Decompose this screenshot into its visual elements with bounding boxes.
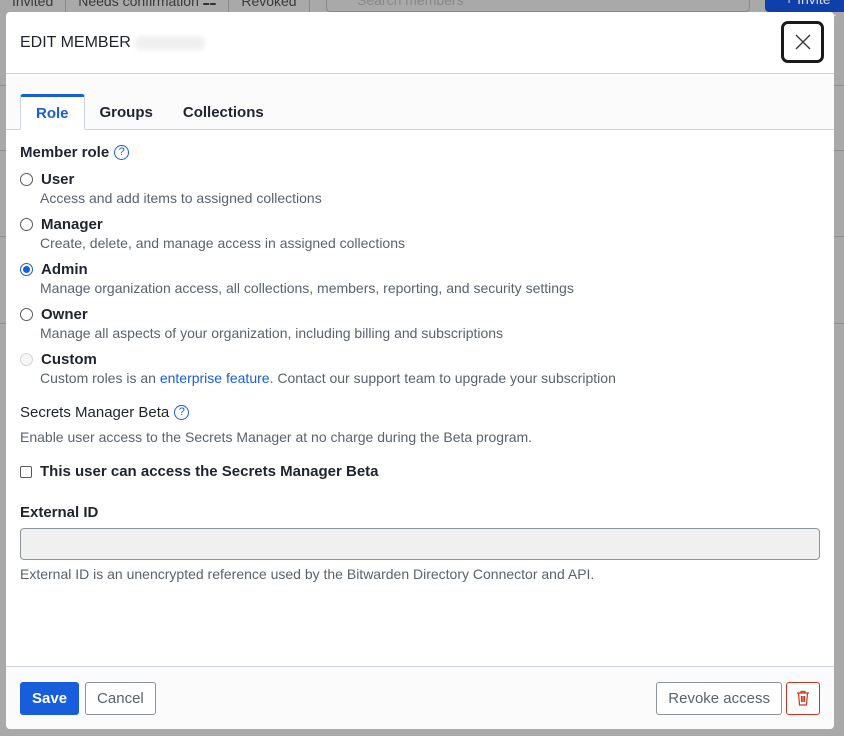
bg-divider xyxy=(834,85,844,86)
member-role-heading: Member role ? xyxy=(20,144,820,161)
cancel-button[interactable]: Cancel xyxy=(85,681,156,715)
role-option-custom: Custom Custom roles is an enterprise fea… xyxy=(20,349,820,386)
bg-badge: 1 xyxy=(202,0,217,9)
role-option-user: User Access and add items to assigned co… xyxy=(20,169,820,206)
role-description: Access and add items to assigned collect… xyxy=(40,190,322,206)
secrets-manager-heading: Secrets Manager Beta ? xyxy=(20,404,820,421)
member-name-redacted xyxy=(134,35,205,50)
close-icon xyxy=(795,34,810,50)
secrets-manager-section: Secrets Manager Beta ? Enable user acces… xyxy=(20,404,820,480)
member-role-label: Member role xyxy=(20,144,110,161)
role-option-manager: Manager Create, delete, and manage acces… xyxy=(20,214,820,251)
trash-icon xyxy=(797,690,809,706)
secrets-manager-checkbox[interactable] xyxy=(20,465,32,478)
revoke-access-button[interactable]: Revoke access xyxy=(656,681,782,715)
secrets-manager-checkbox-label[interactable]: This user can access the Secrets Manager… xyxy=(40,463,379,480)
bg-divider xyxy=(834,323,844,324)
help-icon[interactable]: ? xyxy=(174,405,190,420)
custom-desc-suffix: . Contact our support team to upgrade yo… xyxy=(269,370,616,386)
role-label[interactable]: User xyxy=(41,171,74,188)
dialog-footer: Save Cancel Revoke access xyxy=(6,666,834,729)
close-button[interactable] xyxy=(781,21,824,63)
bg-tab-label: Needs confirmation xyxy=(78,0,199,9)
role-label[interactable]: Manager xyxy=(41,216,103,233)
save-button[interactable]: Save xyxy=(20,681,80,715)
secrets-manager-label: Secrets Manager Beta xyxy=(20,404,170,421)
role-radio-owner[interactable] xyxy=(20,307,33,321)
dialog-header: EDIT MEMBER xyxy=(6,12,834,74)
dialog-body: Member role ? User Access and add items … xyxy=(6,130,834,582)
role-description: Create, delete, and manage access in ass… xyxy=(40,235,405,251)
external-id-hint: External ID is an unencrypted reference … xyxy=(20,566,595,582)
edit-member-dialog: EDIT MEMBER Role Groups Collections Memb… xyxy=(6,12,834,729)
bg-divider xyxy=(834,236,844,237)
role-radio-admin[interactable] xyxy=(20,262,33,276)
external-id-label: External ID xyxy=(20,504,99,521)
tab-groups[interactable]: Groups xyxy=(85,94,168,130)
help-icon[interactable]: ? xyxy=(114,145,130,160)
external-id-field[interactable] xyxy=(20,528,820,560)
enterprise-feature-link[interactable]: enterprise feature xyxy=(160,370,270,386)
custom-desc-prefix: Custom roles is an xyxy=(40,370,160,386)
bg-divider xyxy=(834,150,844,151)
role-description: Custom roles is an enterprise feature. C… xyxy=(40,370,820,386)
delete-member-button[interactable] xyxy=(786,681,820,715)
secrets-manager-checkbox-row: This user can access the Secrets Manager… xyxy=(20,463,820,480)
bg-search-input: Search members xyxy=(326,0,750,12)
bg-tab-needs-confirmation: Needs confirmation 1 xyxy=(66,0,230,12)
role-radio-user[interactable] xyxy=(20,172,33,186)
role-description: Manage all aspects of your organization,… xyxy=(40,325,504,341)
tab-collections[interactable]: Collections xyxy=(168,94,279,130)
role-label[interactable]: Admin xyxy=(41,261,88,278)
role-radio-manager[interactable] xyxy=(20,217,33,231)
tab-role[interactable]: Role xyxy=(20,94,85,130)
secrets-manager-description: Enable user access to the Secrets Manage… xyxy=(20,429,533,445)
bg-invite-button: + Invite member xyxy=(765,0,844,25)
role-description: Manage organization access, all collecti… xyxy=(40,280,574,296)
bg-tab-revoked: Revoked xyxy=(229,0,310,12)
role-radio-custom xyxy=(20,352,33,366)
role-label[interactable]: Owner xyxy=(41,306,88,323)
bg-tab-invited: Invited xyxy=(0,0,67,12)
role-option-admin: Admin Manage organization access, all co… xyxy=(20,259,820,296)
tab-bar: Role Groups Collections xyxy=(6,74,834,130)
role-label: Custom xyxy=(41,350,97,368)
dialog-title: EDIT MEMBER xyxy=(20,33,131,51)
role-option-owner: Owner Manage all aspects of your organiz… xyxy=(20,304,820,341)
